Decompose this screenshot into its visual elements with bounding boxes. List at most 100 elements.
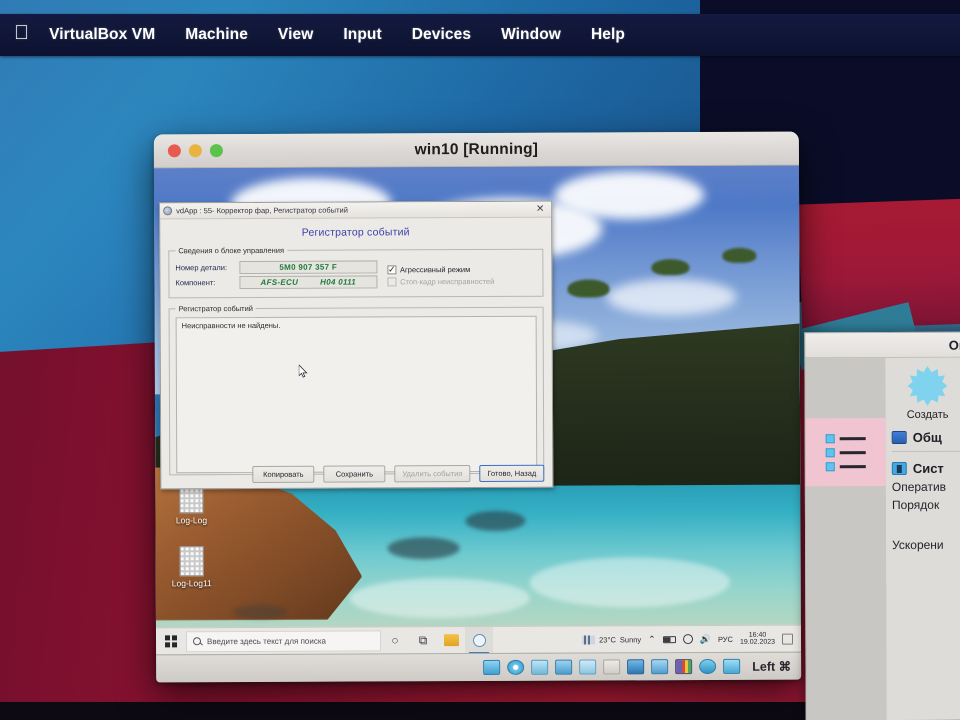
freeze-frame-label: Стоп-кадр неисправностей [400, 276, 495, 287]
section-divider [891, 450, 960, 453]
search-input[interactable]: Введите здесь текст для поиска [185, 629, 382, 652]
vdapp-titlebar[interactable]: vdApp : 55- Корректор фар, Регистратор с… [160, 201, 552, 220]
video-capture-icon[interactable] [675, 659, 693, 675]
event-log-group: Регистратор событий Неисправности не най… [168, 302, 545, 476]
windows-start-icon[interactable] [156, 635, 186, 648]
optical-disk-icon[interactable] [507, 659, 525, 675]
clock-time: 16:40 [748, 631, 767, 639]
system-tray: 23°C Sunny ⌃ 🔊 РУС 16:40 19.02.2023 [582, 631, 801, 647]
hard-disk-icon[interactable] [483, 659, 501, 675]
taskbar-clock[interactable]: 16:40 19.02.2023 [740, 631, 775, 646]
control-unit-info-group: Сведения о блоке управления Номер детали… [168, 244, 544, 299]
apple-logo-icon[interactable]:  [4, 22, 39, 48]
cortana-icon[interactable]: ○ [381, 627, 409, 654]
menu-item-virtualbox-vm[interactable]: VirtualBox VM [39, 24, 170, 46]
tray-temperature: 23°C [599, 634, 616, 644]
part-number-value: 5M0 907 357 F [239, 260, 378, 275]
component-value-b: H04 0111 [320, 277, 357, 287]
download-icon[interactable] [723, 658, 741, 674]
done-back-button[interactable]: Готово, Назад [479, 464, 545, 482]
copy-button[interactable]: Копировать [252, 465, 315, 483]
system-chip-icon [891, 461, 907, 476]
search-placeholder: Введите здесь текст для поиска [206, 636, 326, 646]
vm-list-icon [825, 433, 866, 471]
menu-item-machine[interactable]: Machine [170, 24, 263, 46]
desktop-icon-log-log11[interactable]: Log-Log11 [164, 546, 220, 588]
weather-widget[interactable]: 23°C Sunny [582, 634, 642, 645]
window-capture-icon[interactable] [651, 659, 669, 675]
battery-icon[interactable] [662, 635, 676, 643]
file-explorer-icon[interactable] [437, 627, 465, 654]
freeze-frame-row: Стоп-кадр неисправностей [387, 277, 536, 287]
component-row: Компонент: AFS-ECU H04 0111 [175, 275, 378, 290]
save-button[interactable]: Сохранить [323, 465, 386, 483]
usb-icon[interactable] [579, 659, 597, 675]
component-value: AFS-ECU H04 0111 [239, 275, 378, 290]
volume-icon[interactable]: 🔊 [700, 633, 711, 644]
display-icon[interactable] [627, 659, 645, 675]
page-title: Регистратор событий [301, 226, 410, 239]
manager-title: Orac [805, 332, 960, 359]
part-number-row: Номер детали: 5M0 907 357 F [175, 260, 378, 275]
notification-icon[interactable] [781, 633, 794, 645]
new-vm-star-icon [907, 366, 947, 406]
part-number-label: Номер детали: [175, 263, 228, 273]
create-vm-label: Создать [906, 408, 949, 421]
text-file-icon [179, 546, 204, 577]
vm-titlebar[interactable]: win10 [Running] [153, 131, 799, 169]
manager-body: Создать Общ Сист Оператив Порядок Ускоре… [805, 357, 960, 720]
section-system-label: Сист [912, 460, 944, 476]
windows-taskbar: Введите здесь текст для поиска ○ ⧉ 23°C … [155, 624, 802, 655]
event-log-text-area[interactable]: Неисправности не найдены. [175, 315, 538, 474]
tray-condition: Sunny [619, 634, 642, 644]
vm-window: win10 [Running] Log-Log Log-Log11 vdApp … [153, 131, 802, 683]
desktop-icon-label: Log-Log11 [171, 578, 212, 589]
general-monitor-icon [891, 430, 907, 445]
component-value-a: AFS-ECU [260, 277, 299, 287]
shared-folder-icon[interactable] [603, 659, 621, 675]
network-icon[interactable] [555, 659, 573, 675]
network-globe-icon[interactable] [682, 634, 693, 645]
vdapp-title-text: vdApp : 55- Корректор фар, Регистратор с… [176, 205, 348, 216]
mouse-integration-icon[interactable] [699, 658, 717, 675]
component-label: Компонент: [175, 278, 216, 288]
mac-menu-bar:  VirtualBox VM Machine View Input Devic… [0, 14, 960, 56]
manager-section-general[interactable]: Общ [891, 429, 960, 445]
info-options: Агрессивный режим Стоп-кадр неисправност… [387, 258, 536, 291]
aggressive-mode-row[interactable]: Агрессивный режим [387, 265, 536, 275]
vm-list-item[interactable] [805, 418, 886, 487]
close-icon[interactable]: ✕ [532, 204, 548, 215]
group-legend: Сведения о блоке управления [178, 245, 285, 256]
weather-sunny-icon [582, 634, 596, 645]
menu-item-input[interactable]: Input [328, 24, 396, 46]
menu-item-help[interactable]: Help [576, 24, 640, 46]
aggressive-mode-checkbox[interactable] [387, 265, 397, 275]
vdapp-body: Регистратор событий Сведения о блоке упр… [160, 218, 552, 491]
mouse-cursor-icon [298, 364, 308, 378]
audio-icon[interactable] [531, 659, 549, 675]
menu-item-window[interactable]: Window [486, 24, 576, 46]
menu-item-view[interactable]: View [263, 24, 328, 46]
virtualbox-manager-window: Orac Создать Общ Сист Оператив Порядок У… [804, 331, 960, 720]
vdapp-app-icon [163, 206, 173, 216]
aggressive-mode-label: Агрессивный режим [400, 265, 471, 275]
menu-item-devices[interactable]: Devices [397, 24, 486, 46]
desktop-icon-label: Log-Log [175, 515, 208, 526]
vm-guest-screen[interactable]: Log-wwvb... audi parking brake Log-Log L… [153, 165, 802, 683]
section-general-label: Общ [912, 429, 942, 445]
vm-window-title: win10 [Running] [414, 140, 539, 158]
manager-details-pane: Создать Общ Сист Оператив Порядок Ускоре… [885, 357, 960, 720]
dialog-button-row: Копировать Сохранить Удалить события Гот… [169, 464, 545, 484]
detail-bootorder: Порядок [891, 497, 940, 513]
freeze-frame-checkbox [387, 277, 397, 287]
search-icon [193, 637, 202, 646]
vdapp-window: vdApp : 55- Корректор фар, Регистратор с… [159, 200, 554, 491]
manager-section-system[interactable]: Сист [891, 460, 960, 476]
create-vm-button[interactable]: Создать [891, 366, 960, 421]
tray-language[interactable]: РУС [718, 634, 733, 643]
tray-chevron-up-icon[interactable]: ⌃ [648, 634, 656, 645]
vcds-app-icon[interactable] [464, 626, 494, 654]
task-view-icon[interactable]: ⧉ [409, 627, 437, 654]
info-fields: Номер детали: 5M0 907 357 F Компонент: A… [175, 258, 378, 291]
delete-events-button: Удалить события [394, 465, 471, 483]
